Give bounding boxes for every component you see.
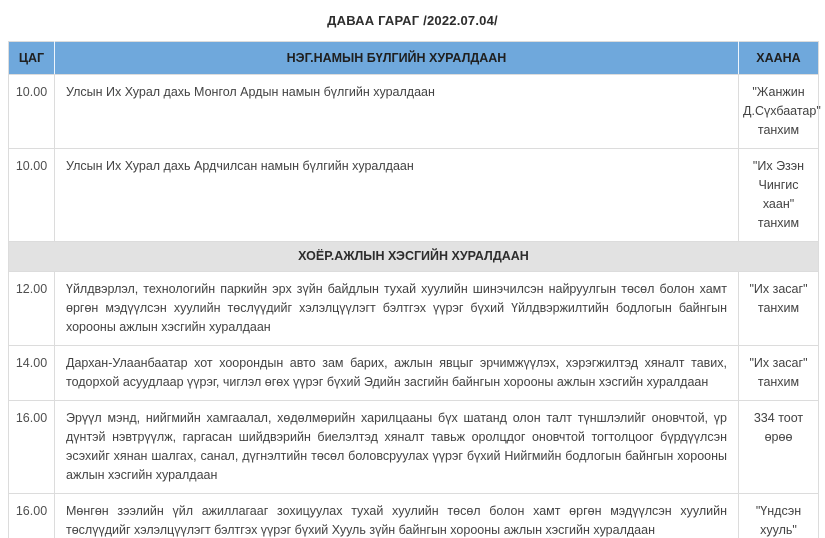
time-cell: 12.00 (9, 272, 55, 346)
description-cell: Улсын Их Хурал дахь Ардчилсан намын бүлг… (55, 149, 739, 242)
description-cell: Улсын Их Хурал дахь Монгол Ардын намын б… (55, 75, 739, 149)
schedule-row: 10.00Улсын Их Хурал дахь Ардчилсан намын… (9, 149, 819, 242)
time-cell: 10.00 (9, 75, 55, 149)
location-cell: "Их засаг" танхим (739, 272, 819, 346)
column-header-time: ЦАГ (9, 42, 55, 75)
time-cell: 10.00 (9, 149, 55, 242)
time-cell: 14.00 (9, 346, 55, 401)
description-cell: Мөнгөн зээлийн үйл ажиллагааг зохицуулах… (55, 494, 739, 538)
section-header-row: ХОЁР.АЖЛЫН ХЭСГИЙН ХУРАЛДААН (9, 242, 819, 272)
schedule-row: 10.00Улсын Их Хурал дахь Монгол Ардын на… (9, 75, 819, 149)
schedule-row: 16.00Мөнгөн зээлийн үйл ажиллагааг зохиц… (9, 494, 819, 538)
location-cell: 334 тоот өрөө (739, 401, 819, 494)
description-cell: Дархан-Улаанбаатар хот хоорондын авто за… (55, 346, 739, 401)
schedule-row: 16.00Эрүүл мэнд, нийгмийн хамгаалал, хөд… (9, 401, 819, 494)
page-title: ДАВАА ГАРАГ /2022.07.04/ (0, 0, 825, 28)
schedule-body: 10.00Улсын Их Хурал дахь Монгол Ардын на… (9, 75, 819, 538)
location-cell: "Жанжин Д.Сүхбаатар" танхим (739, 75, 819, 149)
section-title: ХОЁР.АЖЛЫН ХЭСГИЙН ХУРАЛДААН (9, 242, 819, 272)
column-header-location: ХААНА (739, 42, 819, 75)
time-cell: 16.00 (9, 401, 55, 494)
time-cell: 16.00 (9, 494, 55, 538)
description-cell: Үйлдвэрлэл, технологийн паркийн эрх зүйн… (55, 272, 739, 346)
location-cell: "Их засаг" танхим (739, 346, 819, 401)
location-cell: "Үндсэн хууль" танхим (739, 494, 819, 538)
column-header-session: НЭГ.НАМЫН БҮЛГИЙН ХУРАЛДААН (55, 42, 739, 75)
table-header-row: ЦАГ НЭГ.НАМЫН БҮЛГИЙН ХУРАЛДААН ХААНА (9, 42, 819, 75)
location-cell: "Их Эзэн Чингис хаан" танхим (739, 149, 819, 242)
schedule-table: ЦАГ НЭГ.НАМЫН БҮЛГИЙН ХУРАЛДААН ХААНА 10… (8, 41, 819, 538)
schedule-row: 12.00Үйлдвэрлэл, технологийн паркийн эрх… (9, 272, 819, 346)
schedule-row: 14.00Дархан-Улаанбаатар хот хоорондын ав… (9, 346, 819, 401)
description-cell: Эрүүл мэнд, нийгмийн хамгаалал, хөдөлмөр… (55, 401, 739, 494)
